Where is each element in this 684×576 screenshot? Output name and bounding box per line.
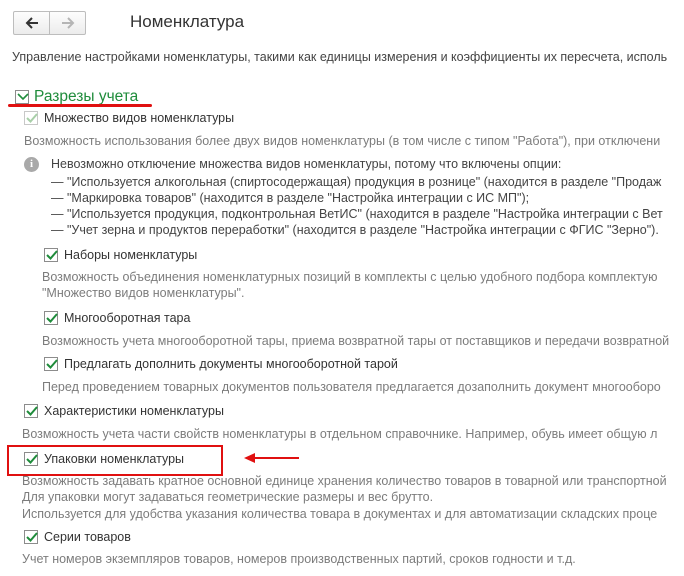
check-icon xyxy=(46,359,58,369)
info-icon: i xyxy=(24,157,39,172)
series-label: Серии товаров xyxy=(44,530,131,544)
forward-button[interactable] xyxy=(49,12,85,34)
annotation-highlight-box xyxy=(7,445,223,476)
packaging-description-line-3: Используется для удобства указания колич… xyxy=(22,507,658,521)
annotation-arrow-icon xyxy=(244,453,299,463)
arrow-right-icon xyxy=(61,17,74,29)
check-icon xyxy=(26,532,38,542)
series-checkbox[interactable] xyxy=(24,530,38,544)
info-text-line-2: — "Используется алкогольная (спиртосодер… xyxy=(51,175,662,189)
multiple-types-checkbox[interactable] xyxy=(24,111,38,125)
returnable-packaging-label: Многооборотная тара xyxy=(64,311,191,325)
page-description: Управление настройками номенклатуры, так… xyxy=(12,50,668,64)
page-title: Номенклатура xyxy=(130,12,245,31)
check-icon xyxy=(26,113,38,123)
check-icon xyxy=(46,313,58,323)
characteristics-description: Возможность учета части свойств номенкла… xyxy=(22,427,658,441)
characteristics-checkbox[interactable] xyxy=(24,404,38,418)
back-button[interactable] xyxy=(14,12,49,34)
annotation-underline xyxy=(8,104,152,107)
suggest-returnable-label: Предлагать дополнить документы многообор… xyxy=(64,357,398,371)
multiple-types-description: Возможность использования более двух вид… xyxy=(24,134,661,148)
arrow-left-icon xyxy=(25,17,38,29)
info-text-line-4: — "Используется продукция, подконтрольна… xyxy=(51,207,663,221)
check-icon xyxy=(26,406,38,416)
info-text-line-1: Невозможно отключение множества видов но… xyxy=(51,157,562,171)
suggest-returnable-description: Перед проведением товарных документов по… xyxy=(42,380,661,394)
kits-checkbox[interactable] xyxy=(44,248,58,262)
packaging-description-line-2: Для упаковки могут задаваться геометриче… xyxy=(22,490,434,504)
chevron-down-icon xyxy=(17,93,29,101)
check-icon xyxy=(46,250,58,260)
info-text-line-5: — "Учет зерна и продуктов переработки" (… xyxy=(51,223,659,237)
kits-description-line-1: Возможность объединения номенклатурных п… xyxy=(42,270,658,284)
series-description: Учет номеров экземпляров товаров, номеро… xyxy=(22,552,576,566)
returnable-packaging-checkbox[interactable] xyxy=(44,311,58,325)
returnable-packaging-description: Возможность учета многооборотной тары, п… xyxy=(42,334,670,348)
section-collapse-toggle[interactable] xyxy=(15,90,29,104)
characteristics-label: Характеристики номенклатуры xyxy=(44,404,224,418)
kits-description-line-2: "Множество видов номенклатуры". xyxy=(42,286,245,300)
info-text-line-3: — "Маркировка товаров" (находится в разд… xyxy=(51,191,530,205)
suggest-returnable-checkbox[interactable] xyxy=(44,357,58,371)
packaging-description-line-1: Возможность задавать кратное основной ед… xyxy=(22,474,667,488)
kits-label: Наборы номенклатуры xyxy=(64,248,198,262)
navigation-buttons xyxy=(13,11,86,35)
multiple-types-label: Множество видов номенклатуры xyxy=(44,111,235,125)
